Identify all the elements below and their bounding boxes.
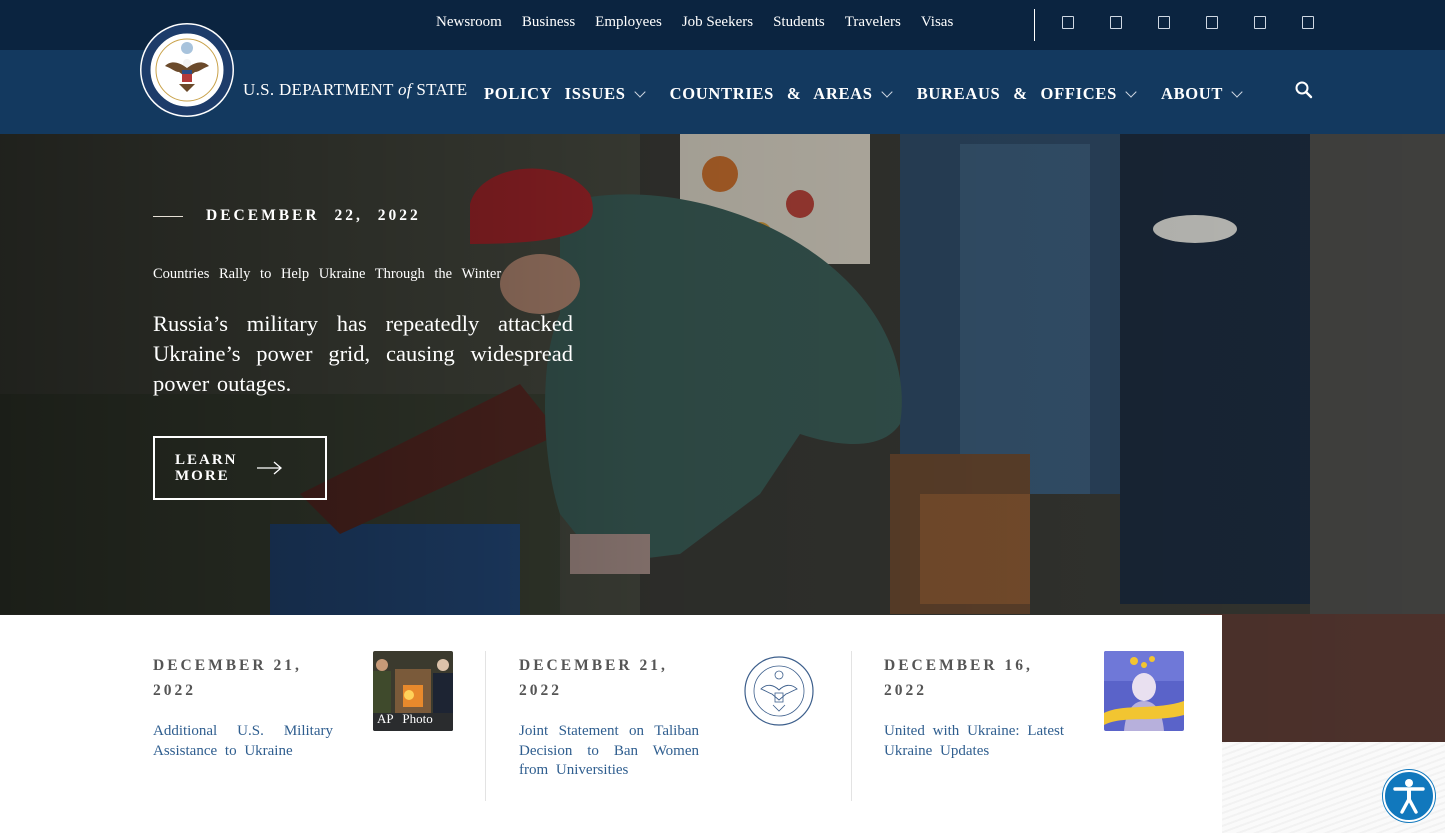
accessibility-button[interactable]	[1383, 770, 1435, 822]
search-icon	[1295, 81, 1313, 99]
card-divider	[485, 651, 486, 801]
nav-item-label: POLICY ISSUES	[484, 84, 626, 103]
card-title-link[interactable]: Joint Statement on Taliban Decision to B…	[519, 722, 699, 781]
accessibility-icon	[1393, 779, 1425, 814]
wordmark-suffix: STATE	[416, 80, 468, 99]
utility-link-newsroom[interactable]: Newsroom	[436, 14, 502, 31]
chevron-down-icon	[1231, 85, 1243, 98]
chevron-down-icon	[633, 85, 646, 98]
card-thumbnail[interactable]: AP Photo	[373, 651, 453, 731]
twitter-icon[interactable]	[1110, 16, 1122, 29]
card-date: DECEMBER 21, 2022	[153, 657, 302, 699]
utility-divider	[1034, 9, 1035, 41]
news-card-joint-statement[interactable]: DECEMBER 21, 2022 Joint Statement on Tal…	[519, 615, 819, 833]
utility-link-business[interactable]: Business	[522, 14, 575, 31]
card-title-link[interactable]: Additional U.S. Military Assistance to U…	[153, 722, 333, 761]
seal-icon	[140, 23, 234, 117]
learn-more-label: LEARN MORE	[175, 452, 238, 484]
social-links	[1062, 16, 1314, 29]
nav-item-policy-issues[interactable]: POLICY ISSUES	[484, 84, 646, 104]
wordmark-of: of	[397, 80, 412, 99]
card-title-link[interactable]: United with Ukraine: Latest Ukraine Upda…	[884, 722, 1064, 761]
utility-link-travelers[interactable]: Travelers	[845, 14, 901, 31]
card-artwork	[1104, 651, 1184, 731]
utility-link-visas[interactable]: Visas	[921, 14, 953, 31]
card-date: DECEMBER 16, 2022	[884, 657, 1033, 699]
chevron-down-icon	[881, 85, 893, 98]
utility-link-students[interactable]: Students	[773, 14, 825, 31]
youtube-icon[interactable]	[1158, 16, 1170, 29]
nav-item-countries-areas[interactable]: COUNTRIES & AREAS	[669, 84, 893, 104]
chevron-down-icon	[1125, 85, 1137, 98]
department-seal-logo[interactable]	[139, 22, 235, 118]
news-cards: DECEMBER 21, 2022 Additional U.S. Milita…	[0, 615, 1222, 833]
facebook-icon[interactable]	[1062, 16, 1074, 29]
utility-link-job-seekers[interactable]: Job Seekers	[682, 14, 753, 31]
nav-item-label: BUREAUS & OFFICES	[916, 84, 1117, 103]
utility-link-employees[interactable]: Employees	[595, 14, 662, 31]
arrow-right-icon	[257, 461, 282, 475]
site-wordmark[interactable]: U.S. DEPARTMENT of STATE	[243, 80, 467, 100]
card-date: DECEMBER 21, 2022	[519, 657, 668, 699]
nav-item-label: COUNTRIES & AREAS	[669, 84, 873, 103]
seal-icon	[739, 651, 819, 731]
card-thumbnail[interactable]	[739, 651, 819, 731]
hero-headline: Russia’s military has repeatedly attacke…	[153, 311, 573, 396]
news-card-united-with-ukraine[interactable]: DECEMBER 16, 2022 United with Ukraine: L…	[884, 615, 1184, 833]
instagram-icon[interactable]	[1254, 16, 1266, 29]
search-button[interactable]	[1294, 80, 1314, 100]
hero-date-rule	[153, 216, 183, 217]
learn-more-button[interactable]: LEARN MORE	[153, 436, 327, 500]
flickr-icon[interactable]	[1206, 16, 1218, 29]
wordmark-prefix: U.S. DEPARTMENT	[243, 80, 394, 99]
card-thumbnail[interactable]	[1104, 651, 1184, 731]
photo-credit: AP Photo	[377, 711, 433, 726]
nav-item-bureaus-offices[interactable]: BUREAUS & OFFICES	[916, 84, 1137, 104]
hero-kicker: Countries Rally to Help Ukraine Through …	[153, 266, 502, 282]
card-divider	[851, 651, 852, 801]
hero-date: DECEMBER 22, 2022	[206, 207, 421, 224]
primary-nav: POLICY ISSUES COUNTRIES & AREAS BUREAUS …	[484, 84, 1243, 104]
rss-icon[interactable]	[1302, 16, 1314, 29]
news-card-military-assistance[interactable]: DECEMBER 21, 2022 Additional U.S. Milita…	[153, 615, 453, 833]
nav-item-about[interactable]: ABOUT	[1160, 84, 1243, 104]
utility-links: Newsroom Business Employees Job Seekers …	[436, 14, 953, 31]
nav-item-label: ABOUT	[1160, 84, 1224, 103]
